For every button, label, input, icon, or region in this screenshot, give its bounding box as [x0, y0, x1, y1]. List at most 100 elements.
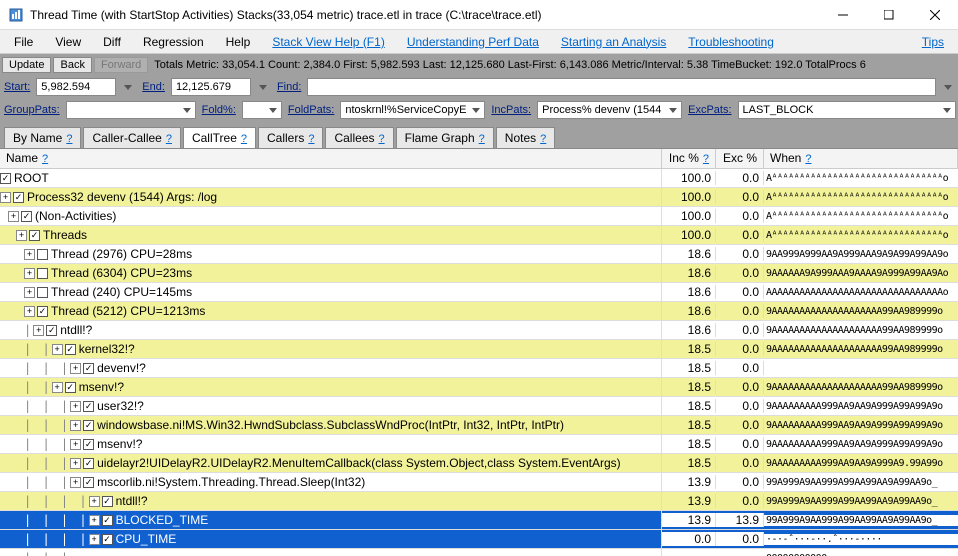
menu-tips[interactable]: Tips: [912, 33, 954, 51]
grouppats-label[interactable]: GroupPats:: [2, 104, 62, 116]
tree-row[interactable]: ROOT100.00.0Aᴬᴬᴬᴬᴬᴬᴬᴬᴬᴬᴬᴬᴬᴬᴬᴬᴬᴬᴬᴬᴬᴬᴬᴬᴬᴬᴬ…: [0, 169, 958, 188]
checkbox[interactable]: [83, 401, 94, 412]
checkbox[interactable]: [83, 363, 94, 374]
minimize-button[interactable]: [820, 0, 866, 30]
menu-file[interactable]: File: [4, 33, 43, 51]
tree-row[interactable]: | | | 00000000000: [0, 549, 958, 556]
tab-notes[interactable]: Notes?: [496, 127, 555, 148]
tree-row[interactable]: | | | | +BLOCKED_TIME13.913.999A999A9AA9…: [0, 511, 958, 530]
checkbox[interactable]: [37, 306, 48, 317]
tree-row[interactable]: | | |+devenv!?18.50.0: [0, 359, 958, 378]
col-inc[interactable]: Inc %?: [662, 149, 716, 168]
checkbox[interactable]: [37, 287, 48, 298]
expand-toggle[interactable]: +: [0, 192, 11, 203]
menu-starting[interactable]: Starting an Analysis: [551, 33, 676, 51]
checkbox[interactable]: [83, 420, 94, 431]
close-button[interactable]: [912, 0, 958, 30]
checkbox[interactable]: [83, 458, 94, 469]
checkbox[interactable]: [102, 515, 113, 526]
tree-row[interactable]: |+ntdll!?18.60.09AAAAAAAAAAAAAAAAAAAA99A…: [0, 321, 958, 340]
chevron-down-icon[interactable]: [259, 85, 267, 90]
col-when[interactable]: When?: [764, 149, 958, 168]
expand-toggle[interactable]: +: [89, 534, 100, 545]
incpats-label[interactable]: IncPats:: [489, 104, 533, 116]
checkbox[interactable]: [21, 211, 32, 222]
tree-row[interactable]: | |+msenv!?18.50.09AAAAAAAAAAAAAAAAAAAA9…: [0, 378, 958, 397]
checkbox[interactable]: [102, 496, 113, 507]
tree-row[interactable]: +(Non-Activities)100.00.0Aᴬᴬᴬᴬᴬᴬᴬᴬᴬᴬᴬᴬᴬᴬ…: [0, 207, 958, 226]
expand-toggle[interactable]: +: [24, 249, 35, 260]
tree-row[interactable]: | | | +windowsbase.ni!MS.Win32.HwndSubcl…: [0, 416, 958, 435]
col-name[interactable]: Name?: [0, 149, 662, 168]
expand-toggle[interactable]: +: [89, 515, 100, 526]
grid-body[interactable]: ROOT100.00.0Aᴬᴬᴬᴬᴬᴬᴬᴬᴬᴬᴬᴬᴬᴬᴬᴬᴬᴬᴬᴬᴬᴬᴬᴬᴬᴬᴬ…: [0, 169, 958, 556]
chevron-down-icon[interactable]: [944, 85, 952, 90]
col-exc[interactable]: Exc %: [716, 149, 764, 168]
expand-toggle[interactable]: +: [8, 211, 19, 222]
expand-toggle[interactable]: +: [52, 382, 63, 393]
expand-toggle[interactable]: +: [70, 420, 81, 431]
incpats-combo[interactable]: Process% devenv (1544: [537, 101, 682, 119]
checkbox[interactable]: [83, 477, 94, 488]
tab-callees[interactable]: Callees?: [325, 127, 393, 148]
tree-row[interactable]: | | | | +CPU_TIME0.00.0·-·-ˆ···-··.ˆ···-…: [0, 530, 958, 549]
expand-toggle[interactable]: +: [24, 287, 35, 298]
tab-byname[interactable]: By Name?: [4, 127, 81, 148]
find-label[interactable]: Find:: [275, 81, 303, 93]
excpats-combo[interactable]: LAST_BLOCK: [738, 101, 956, 119]
tree-row[interactable]: | | | |+ntdll!?13.90.099A999A9AA999A99AA…: [0, 492, 958, 511]
checkbox[interactable]: [37, 268, 48, 279]
maximize-button[interactable]: [866, 0, 912, 30]
start-label[interactable]: Start:: [2, 81, 32, 93]
excpats-label[interactable]: ExcPats:: [686, 104, 733, 116]
expand-toggle[interactable]: +: [89, 496, 100, 507]
tree-row[interactable]: +Thread (240) CPU=145ms18.60.0AAAAAAAAAA…: [0, 283, 958, 302]
expand-toggle[interactable]: +: [24, 268, 35, 279]
expand-toggle[interactable]: +: [70, 401, 81, 412]
checkbox[interactable]: [102, 534, 113, 545]
expand-toggle[interactable]: +: [16, 230, 27, 241]
foldpats-label[interactable]: FoldPats:: [286, 104, 336, 116]
chevron-down-icon[interactable]: [124, 85, 132, 90]
checkbox[interactable]: [83, 439, 94, 450]
foldpct-label[interactable]: Fold%:: [200, 104, 238, 116]
expand-toggle[interactable]: +: [70, 439, 81, 450]
checkbox[interactable]: [46, 325, 57, 336]
foldpct-combo[interactable]: [242, 101, 282, 119]
start-input[interactable]: [36, 78, 116, 96]
tree-row[interactable]: +Process32 devenv (1544) Args: /log100.0…: [0, 188, 958, 207]
forward-button[interactable]: Forward: [94, 57, 148, 73]
tree-row[interactable]: +Thread (6304) CPU=23ms18.60.09AAAAAA9A9…: [0, 264, 958, 283]
tree-row[interactable]: +Thread (5212) CPU=1213ms18.60.09AAAAAAA…: [0, 302, 958, 321]
tab-callercallee[interactable]: Caller-Callee?: [83, 127, 180, 148]
grouppats-combo[interactable]: [66, 101, 196, 119]
back-button[interactable]: Back: [53, 57, 91, 73]
tree-row[interactable]: +Threads100.00.0Aᴬᴬᴬᴬᴬᴬᴬᴬᴬᴬᴬᴬᴬᴬᴬᴬᴬᴬᴬᴬᴬᴬᴬ…: [0, 226, 958, 245]
end-label[interactable]: End:: [140, 81, 167, 93]
tree-row[interactable]: +Thread (2976) CPU=28ms18.60.09AA999A999…: [0, 245, 958, 264]
tree-row[interactable]: | | | +uidelayr2!UIDelayR2.UIDelayR2.Men…: [0, 454, 958, 473]
checkbox[interactable]: [13, 192, 24, 203]
update-button[interactable]: Update: [2, 57, 51, 73]
checkbox[interactable]: [29, 230, 40, 241]
tree-row[interactable]: | | | +mscorlib.ni!System.Threading.Thre…: [0, 473, 958, 492]
menu-diff[interactable]: Diff: [93, 33, 131, 51]
expand-toggle[interactable]: +: [33, 325, 44, 336]
menu-stackview-help[interactable]: Stack View Help (F1): [262, 33, 394, 51]
tab-callers[interactable]: Callers?: [258, 127, 323, 148]
menu-help[interactable]: Help: [216, 33, 261, 51]
checkbox[interactable]: [0, 173, 11, 184]
checkbox[interactable]: [37, 249, 48, 260]
expand-toggle[interactable]: +: [70, 477, 81, 488]
menu-perfdata[interactable]: Understanding Perf Data: [397, 33, 549, 51]
end-input[interactable]: [171, 78, 251, 96]
tab-flame[interactable]: Flame Graph?: [396, 127, 494, 148]
expand-toggle[interactable]: +: [70, 363, 81, 374]
menu-regression[interactable]: Regression: [133, 33, 214, 51]
menu-view[interactable]: View: [45, 33, 91, 51]
expand-toggle[interactable]: +: [52, 344, 63, 355]
checkbox[interactable]: [65, 344, 76, 355]
tree-row[interactable]: | |+kernel32!?18.50.09AAAAAAAAAAAAAAAAAA…: [0, 340, 958, 359]
tree-row[interactable]: | | | +msenv!?18.50.09AAAAAAAAA999AA9AA9…: [0, 435, 958, 454]
tree-row[interactable]: | | | +user32!?18.50.09AAAAAAAAA999AA9AA…: [0, 397, 958, 416]
